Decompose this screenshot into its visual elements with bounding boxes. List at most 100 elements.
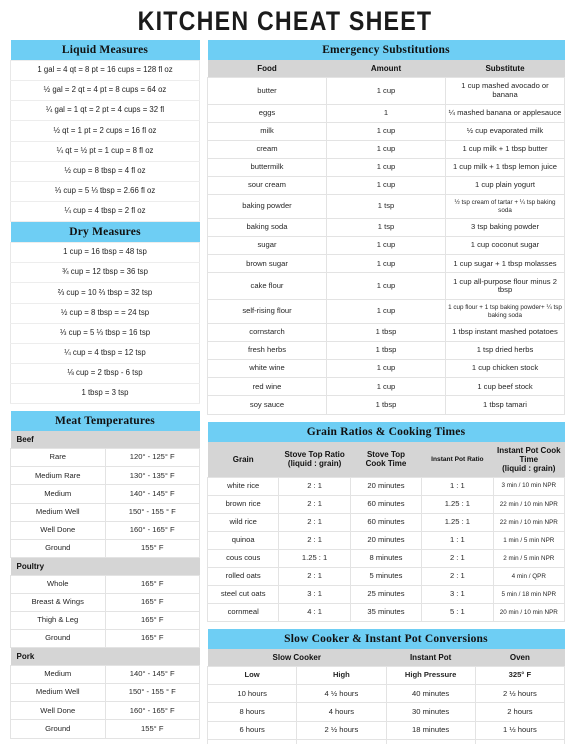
dry-measure-cell: ¼ cup = 4 tbsp = 12 tsp [10, 342, 200, 364]
table-row: brown rice 2 : 1 60 minutes 1.25 : 1 22 min … [206, 494, 566, 514]
substitution-food-cell: sour cream [207, 176, 327, 196]
grain-ratios-body: white rice 2 : 1 20 minutes 1 : 13 min / 10… [206, 476, 566, 623]
substitution-food-cell: fresh herbs [207, 341, 327, 361]
meat-group-beef: Beef [10, 431, 200, 449]
grain-cell-4: 4 min / QPR [492, 566, 566, 587]
grain-cell-3: 1.25 : 1 [421, 512, 494, 532]
substitution-food-cell: red wine [207, 377, 327, 397]
instant-pot-cell: 18 minutes [385, 720, 476, 740]
grain-cell-4: 2 min / 5 min NPR [492, 548, 566, 569]
table-row: 6 hours 2 ½ hours 18 minutes 1 ½ hours [206, 720, 566, 740]
substitution-amount-cell: 1 [326, 103, 446, 123]
grain-ratios-column-headers: Grain Stove Top Ratio (liquid : grain) Stov… [207, 441, 565, 478]
table-row: cornmeal 4 : 1 35 minutes 5 : 1 20 min / 10 … [206, 603, 566, 623]
grain-column-header-1: Stove Top Ratio (liquid : grain) [278, 441, 351, 478]
slow-cooker-high-cell: 2 ½ hours [296, 720, 387, 740]
grain-cell-0: rolled oats [206, 566, 280, 587]
grain-cell-1: 2 : 1 [278, 512, 351, 532]
substitution-food-cell: cornstarch [207, 323, 327, 343]
measure-row: ½ qt = 1 pt = 2 cups = 16 fl oz [10, 120, 200, 142]
grain-ratios-heading: Grain Ratios & Cooking Times [207, 421, 565, 442]
grain-cell-1: 2 : 1 [278, 494, 351, 514]
measure-row: ¼ cup = 4 tbsp = 2 fl oz [10, 200, 200, 223]
substitution-amount-cell: 1 tsp [326, 194, 446, 220]
grain-cell-1: 3 : 1 [278, 585, 351, 605]
slow-cooker-low-cell: 4 hours [206, 738, 298, 744]
liquid-measures-table: Liquid Measures 1 gal = 4 qt = 8 pt = 16… [10, 40, 200, 223]
liquid-measure-cell: ¼ cup = 4 tbsp = 2 fl oz [10, 200, 200, 223]
liquid-measures-heading-row: Liquid Measures [10, 40, 200, 61]
table-row: Medium 140° - 145° F [10, 484, 200, 504]
meat-temp-cell: 160° - 165° F [104, 520, 200, 540]
grain-cell-0: cous cous [206, 548, 280, 569]
meat-temp-cell: 155° F [104, 538, 200, 558]
liquid-measures-body: 1 gal = 4 qt = 8 pt = 16 cups = 128 fl o… [10, 59, 200, 223]
substitution-food-cell: sugar [207, 236, 327, 256]
measure-row: ½ cup = 8 tbsp = = 24 tsp [10, 302, 200, 324]
meat-cut-cell: Medium Well [10, 683, 106, 703]
table-row: sour cream 1 cup 1 cup plain yogurt [207, 176, 565, 196]
table-row: eggs 1 ¼ mashed banana or applesauce [207, 103, 565, 123]
substitution-food-cell: baking powder [207, 194, 327, 220]
substitution-substitute-cell: 1 cup chicken stock [445, 359, 565, 379]
meat-temp-cell: 120° - 125° F [104, 448, 200, 468]
grain-column-header-3: Instant Pot Ratio [421, 441, 494, 478]
grain-cell-2: 60 minutes [349, 512, 423, 532]
liquid-measure-cell: ½ qt = 1 pt = 2 cups = 16 fl oz [10, 120, 200, 142]
substitution-food-cell: soy sauce [207, 395, 327, 415]
substitution-amount-cell: 1 cup [326, 359, 446, 379]
substitution-substitute-cell: 1 cup beef stock [445, 377, 565, 397]
grain-column-header-0: Grain [207, 441, 279, 478]
meat-temp-cell: 140° - 145° F [104, 484, 200, 504]
meat-temp-cell: 140° - 145° F [104, 665, 200, 685]
substitution-substitute-cell: 1 cup mashed avocado or banana [445, 77, 565, 105]
meat-temperatures-heading-row: Meat Temperatures [10, 411, 200, 432]
substitution-food-cell: eggs [207, 103, 327, 123]
meat-temperatures-body: Beef Rare 120° - 125° F Medium Rare 130° - 1… [10, 431, 200, 739]
emergency-substitutions-body: butter 1 cup 1 cup mashed avocado or banan… [207, 77, 565, 415]
grain-cell-2: 35 minutes [349, 603, 423, 623]
column-header-amount: Amount [326, 60, 446, 78]
table-row: cous cous 1.25 : 18 minutes 2 : 12 min / 5… [206, 548, 566, 569]
grain-cell-3: 5 : 1 [421, 603, 494, 623]
substitution-food-cell: white wine [207, 359, 327, 379]
meat-temperatures-heading: Meat Temperatures [10, 411, 200, 432]
table-row: Medium Well 150° - 155 ° F [10, 502, 200, 522]
measure-row: ½ cup = 8 tbsp = 4 fl oz [10, 160, 200, 182]
meat-temp-cell: 160° - 165° F [104, 701, 200, 721]
grain-cell-0: steel cut oats [206, 585, 280, 605]
instant-pot-cell: 40 minutes [385, 684, 476, 704]
table-row: Medium Well 150° - 155 ° F [10, 683, 200, 703]
measure-row: ⅓ cup = 5 ⅓ tbsp = 2.66 fl oz [10, 180, 200, 202]
table-row: rolled oats 2 : 15 minutes 2 : 14 min / QP… [206, 566, 566, 587]
slow-cooker-heading: Slow Cooker & Instant Pot Conversions [207, 629, 565, 650]
grain-cell-0: white rice [206, 476, 280, 496]
meat-temp-cell: 130° - 135° F [104, 466, 200, 486]
meat-temp-cell: 165° F [104, 592, 200, 613]
table-row: Ground 165° F [10, 629, 200, 649]
slow-cooker-table: Slow Cooker & Instant Pot Conversions Sl… [206, 629, 566, 744]
slow-cooker-low-cell: 10 hours [206, 684, 298, 704]
emergency-substitutions-column-headers: Food Amount Substitute [207, 60, 565, 78]
substitution-food-cell: cream [207, 139, 327, 160]
slow-cooker-high-cell: 4 ½ hours [296, 684, 387, 704]
column-header-food: Food [207, 60, 327, 78]
table-row: Well Done 160° - 165° F [10, 520, 200, 540]
table-row: cream 1 cup 1 cup milk + 1 tbsp butter [207, 139, 565, 160]
meat-cut-cell: Ground [10, 629, 106, 649]
substitution-amount-cell: 1 cup [326, 139, 446, 160]
grain-cell-2: 60 minutes [349, 494, 423, 514]
slow-cooker-low-cell: 6 hours [206, 720, 298, 740]
meat-temp-cell: 150° - 155 ° F [104, 502, 200, 522]
substitution-substitute-cell: 1 cup flour + 1 tsp baking powder+ ¼ tsp… [445, 299, 565, 325]
dry-measure-cell: ¾ cup = 12 tbsp = 36 tsp [10, 262, 200, 284]
grain-cell-0: wild rice [206, 512, 280, 532]
table-row: red wine 1 cup 1 cup beef stock [207, 377, 565, 397]
table-row: Whole 165° F [10, 574, 200, 594]
meat-cut-cell: Breast & Wings [10, 592, 106, 613]
substitution-food-cell: self-rising flour [207, 299, 327, 325]
emergency-substitutions-heading: Emergency Substitutions [207, 40, 565, 60]
meat-group-header-row: Beef [10, 431, 200, 449]
substitution-amount-cell: 1 cup [326, 254, 446, 274]
grain-cell-4: 22 min / 10 min NPR [492, 512, 566, 532]
